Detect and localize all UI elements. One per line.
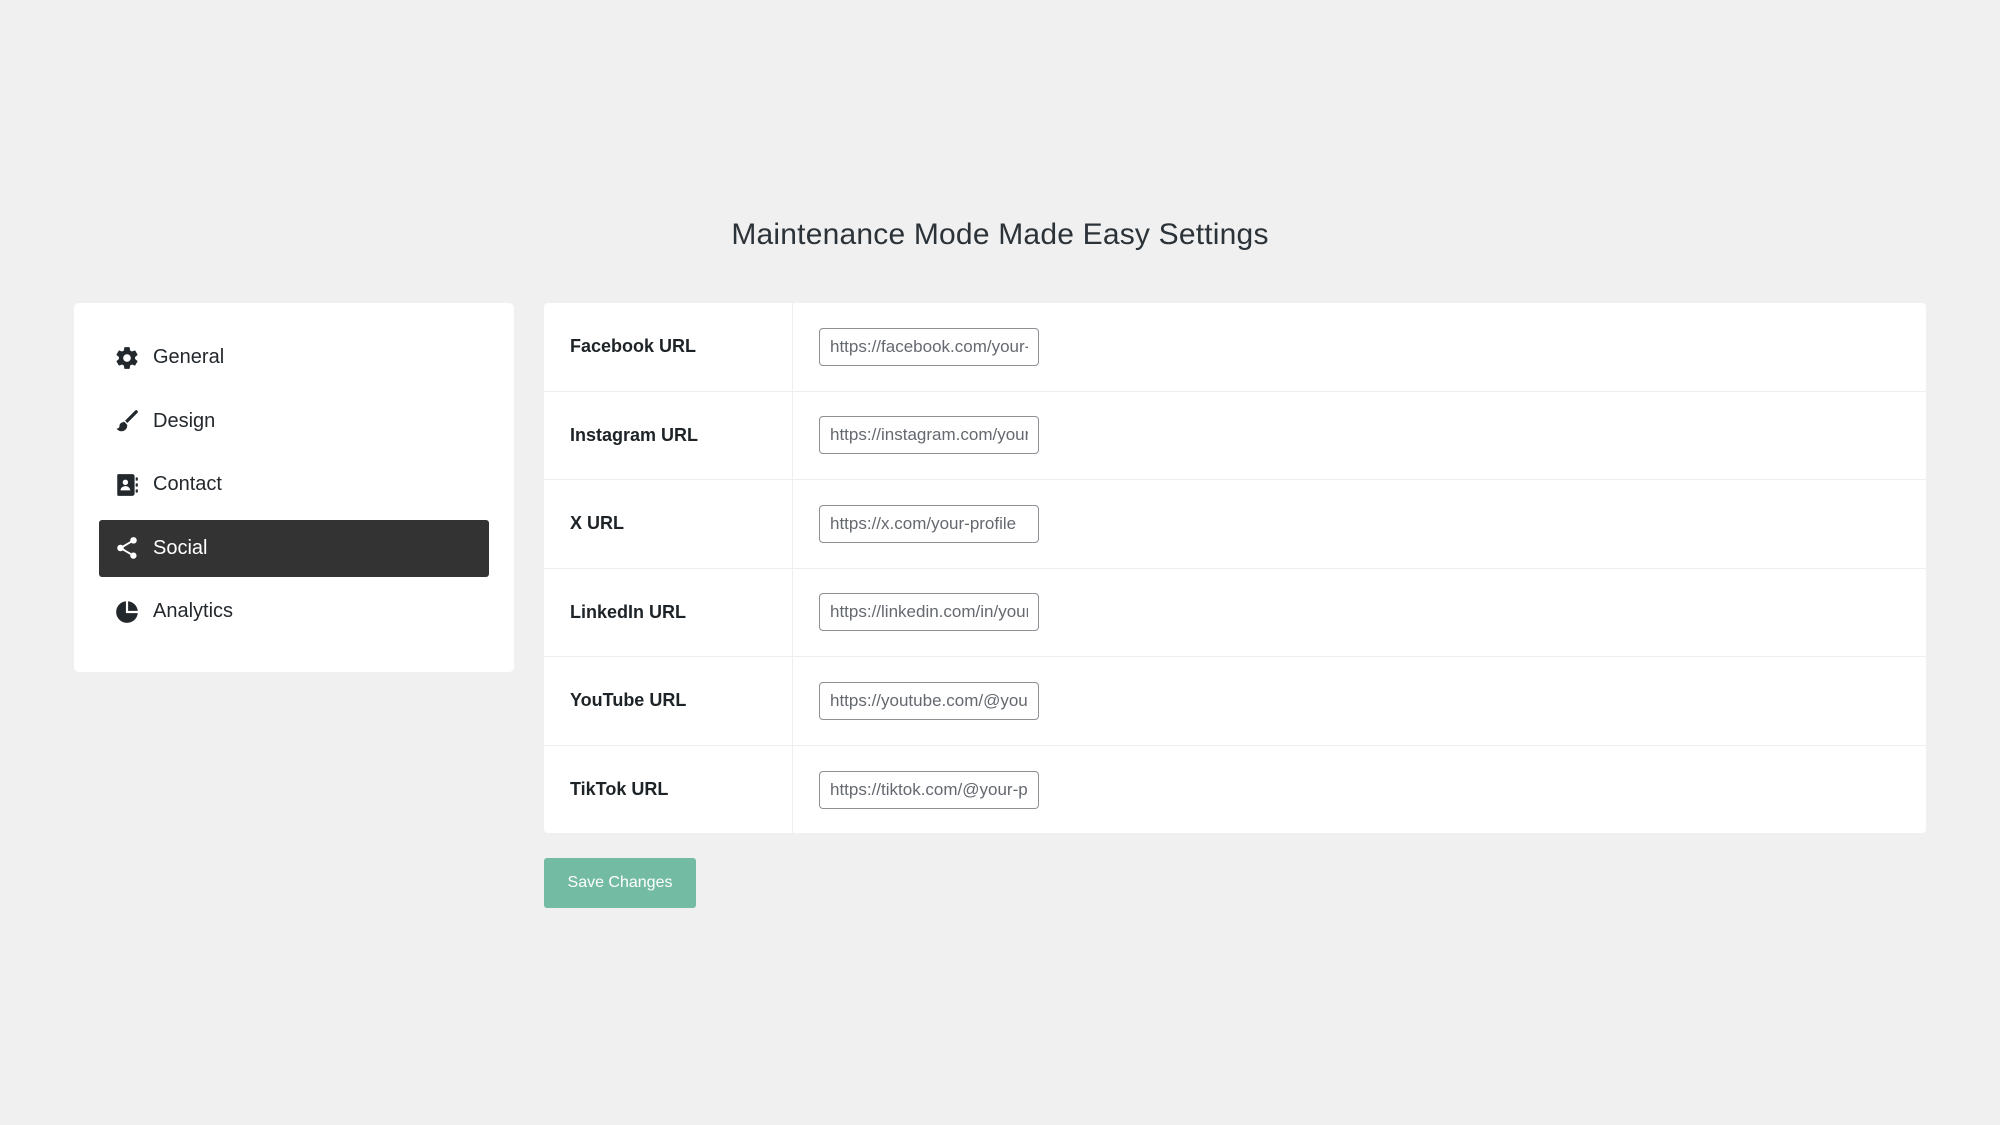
sidebar-item-analytics[interactable]: Analytics (99, 583, 489, 640)
sidebar-item-general[interactable]: General (99, 329, 489, 386)
share-icon (114, 535, 140, 561)
settings-sidebar: General Design Contact Social Analytics (74, 303, 514, 672)
form-row-x: X URL (544, 480, 1926, 569)
sidebar-item-label: Design (153, 409, 216, 432)
pie-chart-icon (114, 599, 140, 625)
x-url-label: X URL (544, 480, 793, 568)
linkedin-url-label: LinkedIn URL (544, 568, 793, 656)
sidebar-item-label: General (153, 346, 225, 368)
page-title: Maintenance Mode Made Easy Settings (731, 218, 1269, 251)
form-row-tiktok: TikTok URL (544, 745, 1926, 833)
youtube-url-input[interactable] (819, 681, 1039, 720)
linkedin-url-input[interactable] (819, 593, 1039, 632)
sidebar-item-design[interactable]: Design (99, 393, 489, 450)
form-row-instagram: Instagram URL (544, 391, 1926, 480)
sidebar-item-contact[interactable]: Contact (99, 456, 489, 513)
contact-book-icon (114, 472, 140, 498)
sidebar-item-social[interactable]: Social (99, 519, 489, 577)
x-url-input[interactable] (819, 504, 1039, 543)
paintbrush-icon (114, 408, 140, 434)
sidebar-item-label: Contact (153, 473, 222, 495)
form-row-linkedin: LinkedIn URL (544, 568, 1926, 657)
facebook-url-input[interactable] (819, 327, 1039, 366)
tiktok-url-label: TikTok URL (544, 745, 793, 833)
instagram-url-input[interactable] (819, 416, 1039, 455)
form-row-facebook: Facebook URL (544, 303, 1926, 392)
youtube-url-label: YouTube URL (544, 657, 793, 745)
save-changes-button[interactable]: Save Changes (544, 858, 696, 908)
sidebar-item-label: Social (153, 536, 208, 559)
instagram-url-label: Instagram URL (544, 391, 793, 479)
form-row-youtube: YouTube URL (544, 657, 1926, 746)
social-settings-panel: Facebook URL Instagram URL X URL LinkedI… (544, 303, 1926, 833)
tiktok-url-input[interactable] (819, 770, 1039, 809)
facebook-url-label: Facebook URL (544, 303, 793, 391)
sidebar-item-label: Analytics (153, 600, 234, 622)
gear-icon (114, 345, 140, 371)
